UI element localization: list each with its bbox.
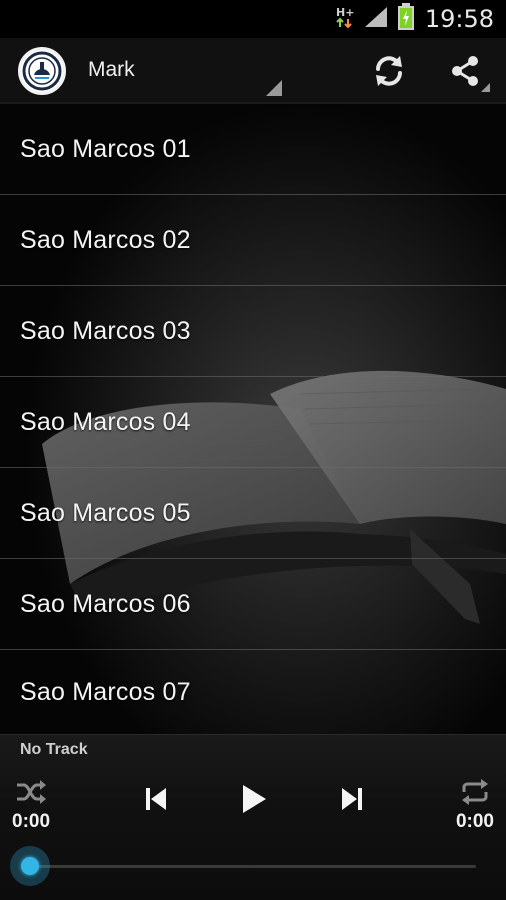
track-list[interactable]: Sao Marcos 01 Sao Marcos 02 Sao Marcos 0… bbox=[0, 104, 506, 734]
track-title: Sao Marcos 02 bbox=[20, 225, 191, 254]
next-button[interactable] bbox=[332, 781, 372, 817]
track-title: Sao Marcos 05 bbox=[20, 498, 191, 527]
track-title: Sao Marcos 07 bbox=[20, 677, 191, 706]
dropdown-corner-icon bbox=[266, 80, 282, 96]
data-transfer-icon: H+ bbox=[335, 5, 355, 34]
play-button[interactable] bbox=[232, 779, 276, 819]
repeat-icon bbox=[462, 779, 488, 805]
overflow-corner-icon bbox=[481, 83, 490, 92]
track-title: Sao Marcos 01 bbox=[20, 134, 191, 163]
media-player: No Track 0:00 0:00 bbox=[0, 734, 506, 900]
seek-bar[interactable] bbox=[30, 865, 476, 868]
signal-icon bbox=[363, 5, 389, 34]
list-item[interactable]: Sao Marcos 03 bbox=[0, 286, 506, 377]
refresh-button[interactable] bbox=[362, 44, 416, 98]
track-title: Sao Marcos 03 bbox=[20, 316, 191, 345]
list-item[interactable]: Sao Marcos 02 bbox=[0, 195, 506, 286]
book-selector-label: Mark bbox=[88, 58, 135, 81]
share-icon bbox=[452, 56, 478, 86]
battery-charging-icon bbox=[397, 2, 415, 36]
list-item[interactable]: Sao Marcos 04 bbox=[0, 377, 506, 468]
elapsed-time: 0:00 bbox=[12, 811, 51, 832]
play-icon bbox=[243, 785, 266, 813]
status-bar: H+ 19:58 bbox=[0, 0, 506, 38]
app-logo-icon[interactable] bbox=[18, 47, 66, 95]
shuffle-button[interactable] bbox=[12, 775, 50, 809]
total-duration: 0:00 bbox=[455, 811, 494, 832]
book-selector-dropdown[interactable]: Mark bbox=[84, 38, 284, 104]
svg-text:H+: H+ bbox=[336, 6, 354, 19]
now-playing-title: No Track bbox=[20, 741, 88, 758]
next-icon bbox=[342, 788, 362, 810]
action-bar: Mark bbox=[0, 38, 506, 104]
seek-thumb-core bbox=[21, 857, 39, 875]
list-item[interactable]: Sao Marcos 06 bbox=[0, 559, 506, 650]
list-item[interactable]: Sao Marcos 01 bbox=[0, 104, 506, 195]
track-title: Sao Marcos 06 bbox=[20, 589, 191, 618]
list-item[interactable]: Sao Marcos 07 bbox=[0, 650, 506, 734]
seek-thumb[interactable] bbox=[10, 846, 50, 886]
share-button[interactable] bbox=[438, 44, 492, 98]
track-title: Sao Marcos 04 bbox=[20, 407, 191, 436]
repeat-button[interactable] bbox=[456, 775, 494, 809]
previous-icon bbox=[146, 788, 166, 810]
shuffle-icon bbox=[17, 780, 46, 804]
refresh-icon bbox=[376, 56, 402, 86]
list-item[interactable]: Sao Marcos 05 bbox=[0, 468, 506, 559]
previous-button[interactable] bbox=[136, 781, 176, 817]
clock: 19:58 bbox=[424, 5, 494, 33]
